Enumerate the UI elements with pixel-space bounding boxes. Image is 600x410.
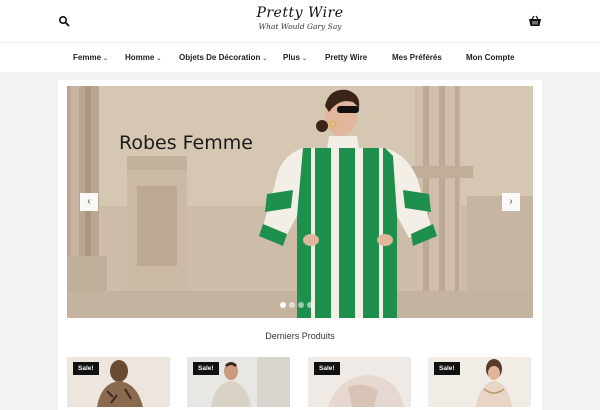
hero-slider[interactable]: Robes Femme ‹ › xyxy=(67,86,533,318)
hero-title[interactable]: Robes Femme xyxy=(119,132,253,154)
sale-badge: Sale! xyxy=(73,362,99,375)
chevron-down-icon: ⌄ xyxy=(301,56,307,62)
nav-item-pretty-wire[interactable]: Pretty Wire xyxy=(325,43,367,72)
logo-tagline: What Would Gary Say xyxy=(258,22,342,31)
nav-item-label: Pretty Wire xyxy=(325,53,368,62)
site-header: Pretty Wire What Would Gary Say xyxy=(0,0,600,42)
logo-name: Pretty Wire xyxy=(256,5,344,21)
hero-image xyxy=(67,86,533,318)
sale-badge: Sale! xyxy=(193,362,219,375)
slider-next-arrow-icon[interactable]: › xyxy=(502,193,520,211)
slider-dot[interactable] xyxy=(298,302,304,308)
sale-badge: Sale! xyxy=(314,362,340,375)
shopping-basket-icon[interactable] xyxy=(528,14,542,26)
section-heading-latest-products: Derniers Produits xyxy=(265,331,335,341)
slider-dot[interactable] xyxy=(307,302,313,308)
nav-item-label: Plus xyxy=(283,53,300,62)
nav-item-mes-preferes[interactable]: Mes Préférés xyxy=(392,43,442,72)
nav-item-label: Homme xyxy=(125,53,155,62)
slider-pagination xyxy=(280,295,316,308)
nav-item-label: Mes Préférés xyxy=(392,53,442,62)
slider-dot[interactable] xyxy=(280,302,286,308)
chevron-down-icon: ⌄ xyxy=(103,56,109,62)
slider-dot[interactable] xyxy=(289,302,295,308)
nav-item-label: Femme xyxy=(73,53,102,62)
nav-item-homme[interactable]: Homme ⌄ xyxy=(125,43,161,72)
chevron-down-icon: ⌄ xyxy=(156,56,162,62)
sale-badge: Sale! xyxy=(434,362,460,375)
site-logo[interactable]: Pretty Wire What Would Gary Say xyxy=(244,4,356,38)
nav-item-objets-de-decoration[interactable]: Objets De Décoration ⌄ xyxy=(179,43,267,72)
nav-item-label: Objets De Décoration xyxy=(179,53,261,62)
chevron-down-icon: ⌄ xyxy=(262,56,268,62)
nav-item-label: Mon Compte xyxy=(466,53,515,62)
main-navigation: Femme ⌄ Homme ⌄ Objets De Décoration ⌄ Plus… xyxy=(0,42,600,72)
nav-item-femme[interactable]: Femme ⌄ xyxy=(73,43,108,72)
search-icon[interactable] xyxy=(58,14,70,27)
nav-item-mon-compte[interactable]: Mon Compte xyxy=(466,43,514,72)
slider-prev-arrow-icon[interactable]: ‹ xyxy=(80,193,98,211)
nav-item-plus[interactable]: Plus ⌄ xyxy=(283,43,307,72)
